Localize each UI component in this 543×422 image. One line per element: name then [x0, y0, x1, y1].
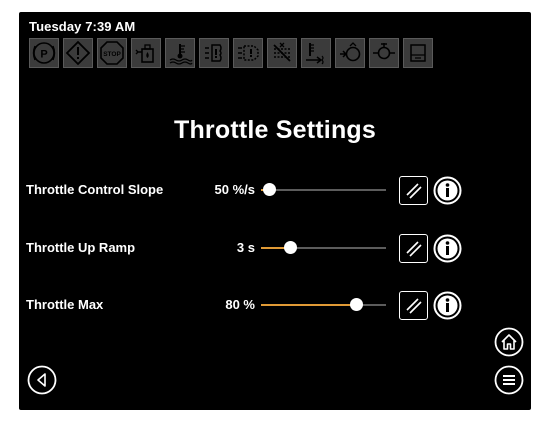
reset-button[interactable]: [399, 176, 428, 205]
info-icon: [433, 291, 462, 320]
coolant-temp-icon: [165, 38, 195, 68]
warning-icon: [63, 38, 93, 68]
filter-restriction-icon: [199, 38, 229, 68]
slider-fill: [261, 304, 357, 306]
menu-icon: [494, 365, 524, 395]
reset-icon: [405, 182, 422, 199]
throttle-control-slope-slider[interactable]: [261, 183, 386, 196]
reset-icon: [405, 297, 422, 314]
setting-value: 3 s: [236, 240, 255, 255]
throttle-up-ramp-slider[interactable]: [261, 241, 386, 254]
fuel-water-icon: [131, 38, 161, 68]
setting-row-throttle-up-ramp: Throttle Up Ramp 3 s: [19, 230, 531, 266]
back-button[interactable]: [27, 365, 57, 395]
setting-row-throttle-max: Throttle Max 80 %: [19, 287, 531, 323]
throttle-max-slider[interactable]: [261, 298, 386, 311]
setting-label: Throttle Max: [26, 297, 104, 312]
regen-icon: [267, 38, 297, 68]
setting-value: 50 %/s: [214, 182, 255, 197]
info-button[interactable]: [432, 233, 463, 264]
setting-label: Throttle Control Slope: [26, 182, 164, 197]
display-screen: Tuesday 7:39 AM P STOP Throttle Settings…: [19, 12, 531, 410]
slider-track: [261, 189, 386, 191]
reset-button[interactable]: [399, 234, 428, 263]
info-icon: [433, 234, 462, 263]
info-icon: [433, 176, 462, 205]
setting-value: 80 %: [225, 297, 255, 312]
slider-thumb[interactable]: [350, 298, 363, 311]
exhaust-temp-icon: [301, 38, 331, 68]
setting-label: Throttle Up Ramp: [26, 240, 136, 255]
back-icon: [27, 365, 57, 395]
parking-brake-icon: P: [29, 38, 59, 68]
slider-thumb[interactable]: [263, 183, 276, 196]
stop-icon: STOP: [97, 38, 127, 68]
slider-thumb[interactable]: [284, 241, 297, 254]
transmission-icon: [233, 38, 263, 68]
page-title: Throttle Settings: [173, 116, 376, 144]
reset-button[interactable]: [399, 291, 428, 320]
svg-text:STOP: STOP: [103, 51, 121, 58]
info-button[interactable]: [432, 290, 463, 321]
status-datetime: Tuesday 7:39 AM: [29, 19, 136, 34]
home-button[interactable]: [494, 327, 524, 357]
reset-icon: [405, 240, 422, 257]
svg-text:P: P: [40, 49, 47, 61]
home-icon: [494, 327, 524, 357]
menu-button[interactable]: [494, 365, 524, 395]
setting-row-throttle-control-slope: Throttle Control Slope 50 %/s: [19, 172, 531, 208]
info-button[interactable]: [432, 175, 463, 206]
dpf-icon: [369, 38, 399, 68]
lamp-icon: [403, 38, 433, 68]
preheat-icon: [335, 38, 365, 68]
